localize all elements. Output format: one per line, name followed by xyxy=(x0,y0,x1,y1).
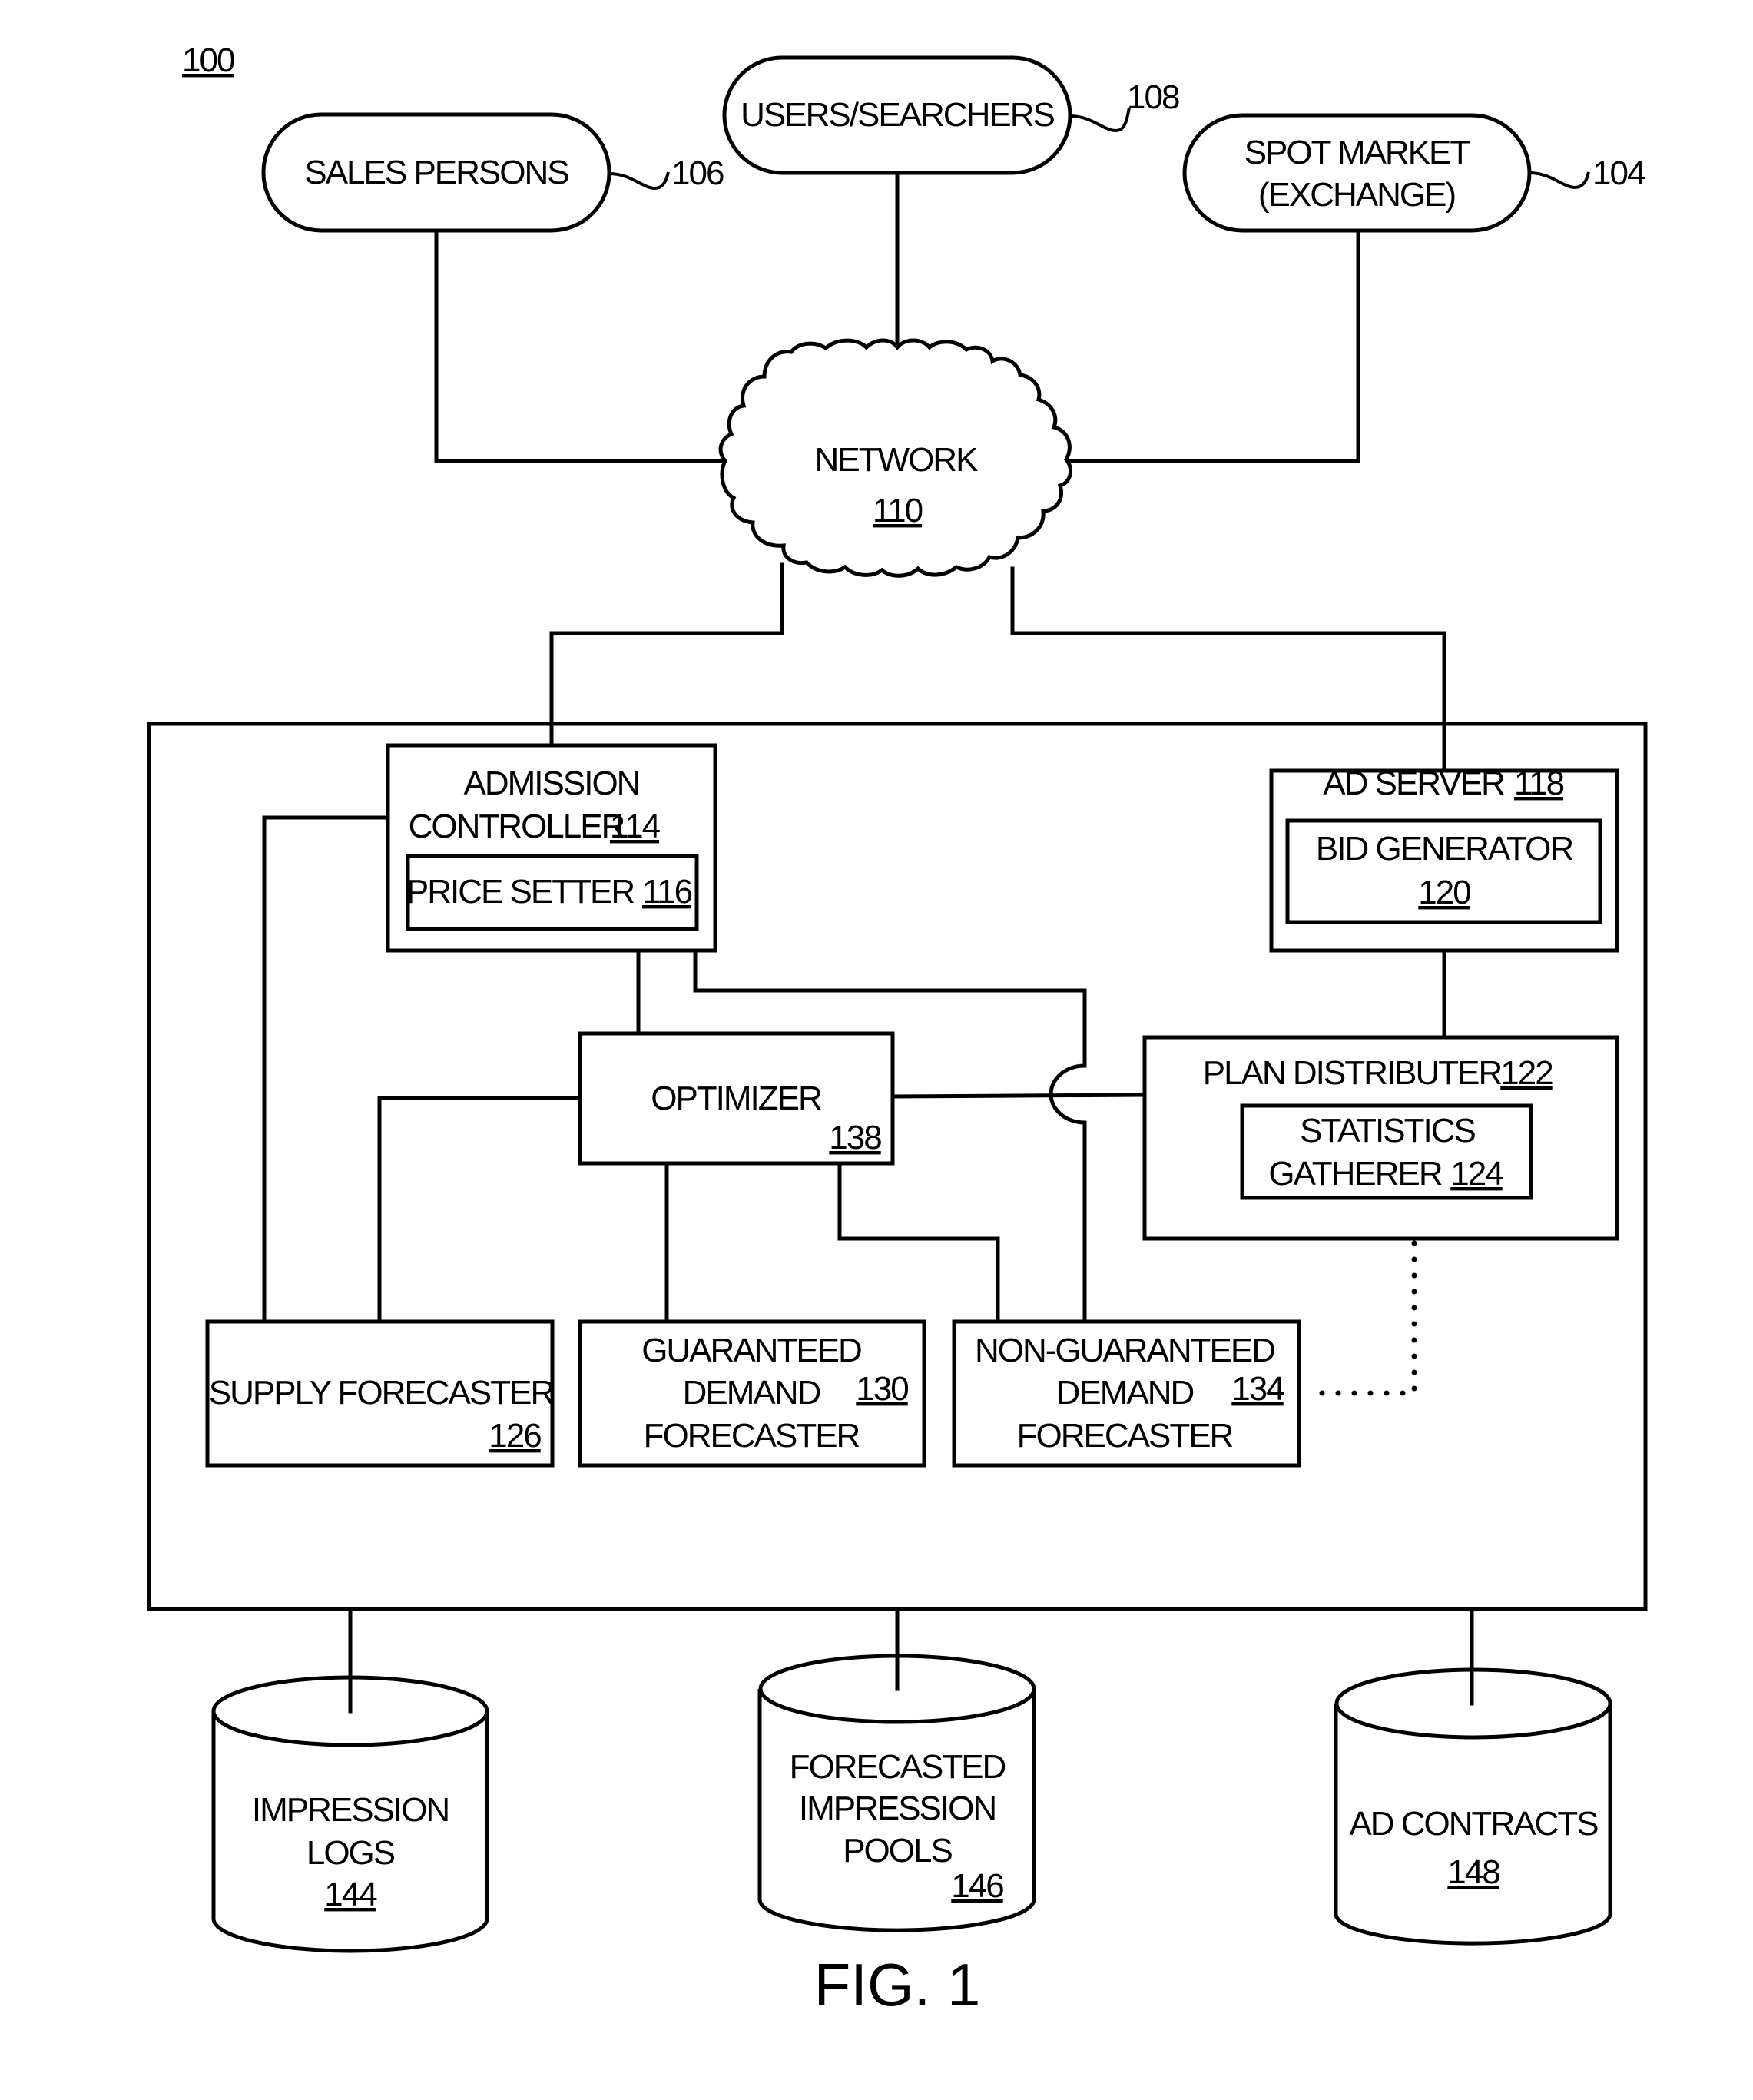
ad-server-label: AD SERVER xyxy=(1323,765,1504,802)
plan-distributer[interactable]: PLAN DISTRIBUTER 122 STATISTICS GATHERER… xyxy=(1142,1035,1619,1241)
actor-users-searchers[interactable]: USERS/SEARCHERS 108 xyxy=(722,55,1181,175)
connector-sales-network xyxy=(434,228,727,463)
non-guaranteed-ref: 134 xyxy=(1231,1370,1284,1408)
impression-logs-ref: 144 xyxy=(324,1876,377,1913)
system-diagram: 100 SALES PERSONS 106 USERS/SEARCHERS 10… xyxy=(147,41,1648,2019)
optimizer[interactable]: OPTIMIZER 138 xyxy=(578,1031,895,1166)
impression-logs-label-line2: LOGS xyxy=(307,1834,395,1872)
statistics-gatherer[interactable]: STATISTICS GATHERER 124 xyxy=(1240,1103,1533,1200)
admission-controller[interactable]: ADMISSION CONTROLLER 114 PRICE SETTER 11… xyxy=(386,743,717,953)
guaranteed-label-line3: FORECASTER xyxy=(644,1417,860,1455)
admission-controller-label-line2: CONTROLLER xyxy=(409,808,625,845)
connector-spot-network xyxy=(1065,228,1360,463)
price-setter-label: PRICE SETTER xyxy=(406,873,634,911)
ad-contracts-label: AD CONTRACTS xyxy=(1349,1805,1598,1843)
bid-generator[interactable]: BID GENERATOR 120 xyxy=(1285,818,1602,924)
forecasted-pools-label-line1: FORECASTED xyxy=(790,1748,1006,1786)
spot-market-leader-line xyxy=(1529,171,1590,189)
connector-optimizer-plan xyxy=(890,1093,1147,1099)
network-ref: 110 xyxy=(873,492,923,529)
users-searchers-label: USERS/SEARCHERS xyxy=(741,96,1054,134)
datastore-impression-logs[interactable]: IMPRESSION LOGS 144 xyxy=(211,1675,489,1953)
forecasted-pools-label-line2: IMPRESSION xyxy=(799,1790,996,1827)
figure-caption: FIG. 1 xyxy=(814,1951,981,2019)
price-setter[interactable]: PRICE SETTER 116 xyxy=(406,854,699,931)
connector-network-adserver xyxy=(1010,566,1446,773)
non-guaranteed-label-line1: NON-GUARANTEED xyxy=(975,1332,1274,1369)
ad-server-ref: 118 xyxy=(1514,765,1564,802)
guaranteed-label-line1: GUARANTEED xyxy=(641,1332,861,1369)
datastore-forecasted-impression-pools[interactable]: FORECASTED IMPRESSION POOLS 146 xyxy=(757,1654,1036,1932)
supply-forecaster[interactable]: SUPPLY FORECASTER 126 xyxy=(205,1319,555,1468)
plan-distributer-ref: 122 xyxy=(1500,1054,1553,1092)
network-cloud[interactable]: NETWORK 110 xyxy=(718,338,1073,578)
guaranteed-ref: 130 xyxy=(856,1370,908,1408)
actor-spot-market[interactable]: SPOT MARKET (EXCHANGE) 104 xyxy=(1182,113,1647,233)
plan-distributer-label: PLAN DISTRIBUTER xyxy=(1203,1054,1502,1092)
price-setter-ref: 116 xyxy=(642,873,692,911)
statistics-gatherer-label-line2: GATHERER xyxy=(1268,1155,1441,1193)
spot-market-ref: 104 xyxy=(1592,154,1645,192)
admission-controller-ref: 114 xyxy=(610,808,661,845)
users-searchers-ref: 108 xyxy=(1127,78,1179,116)
connector-admission-supply xyxy=(262,815,390,1324)
sales-persons-label: SALES PERSONS xyxy=(304,154,568,191)
statistics-gatherer-ref: 124 xyxy=(1450,1155,1503,1193)
system-ref-label: 100 xyxy=(182,41,234,79)
supply-forecaster-label: SUPPLY FORECASTER xyxy=(209,1374,554,1412)
guaranteed-label-line2: DEMAND xyxy=(683,1374,820,1412)
spot-market-label-line2: (EXCHANGE) xyxy=(1258,176,1455,214)
forecasted-pools-label-line3: POOLS xyxy=(843,1832,952,1869)
non-guaranteed-label-line2: DEMAND xyxy=(1056,1374,1194,1412)
sales-persons-ref: 106 xyxy=(671,154,724,192)
bid-generator-ref: 120 xyxy=(1418,874,1470,911)
bid-generator-label: BID GENERATOR xyxy=(1316,830,1572,868)
supply-forecaster-ref: 126 xyxy=(489,1417,541,1455)
connector-optimizer-nonguaranteed xyxy=(837,1161,1000,1324)
admission-controller-label-line1: ADMISSION xyxy=(464,765,640,802)
cylinder-body-impression-logs xyxy=(211,1711,489,1953)
non-guaranteed-label-line3: FORECASTER xyxy=(1017,1417,1233,1455)
statistics-gatherer-label-line1: STATISTICS xyxy=(1300,1112,1475,1150)
connector-network-admission xyxy=(549,562,784,748)
dotted-connector-plan-nonguaranteed xyxy=(1303,1240,1417,1396)
impression-logs-label-line1: IMPRESSION xyxy=(252,1791,449,1829)
optimizer-label: OPTIMIZER xyxy=(651,1080,821,1117)
users-searchers-leader-line xyxy=(1069,107,1131,132)
connector-optimizer-supply xyxy=(377,1096,582,1324)
forecasted-pools-ref: 146 xyxy=(951,1867,1003,1905)
actor-sales-persons[interactable]: SALES PERSONS 106 xyxy=(261,112,725,233)
optimizer-ref: 138 xyxy=(829,1119,881,1156)
network-label: NETWORK xyxy=(815,441,979,479)
ad-contracts-ref: 148 xyxy=(1447,1853,1499,1891)
spot-market-label-line1: SPOT MARKET xyxy=(1244,134,1470,171)
guaranteed-demand-forecaster[interactable]: GUARANTEED DEMAND FORECASTER 130 xyxy=(578,1319,926,1468)
non-guaranteed-demand-forecaster[interactable]: NON-GUARANTEED DEMAND FORECASTER 134 xyxy=(952,1319,1301,1468)
ad-server[interactable]: AD SERVER 118 BID GENERATOR 120 xyxy=(1269,765,1619,953)
datastore-ad-contracts[interactable]: AD CONTRACTS 148 xyxy=(1334,1667,1612,1946)
sales-persons-leader-line xyxy=(608,171,670,190)
